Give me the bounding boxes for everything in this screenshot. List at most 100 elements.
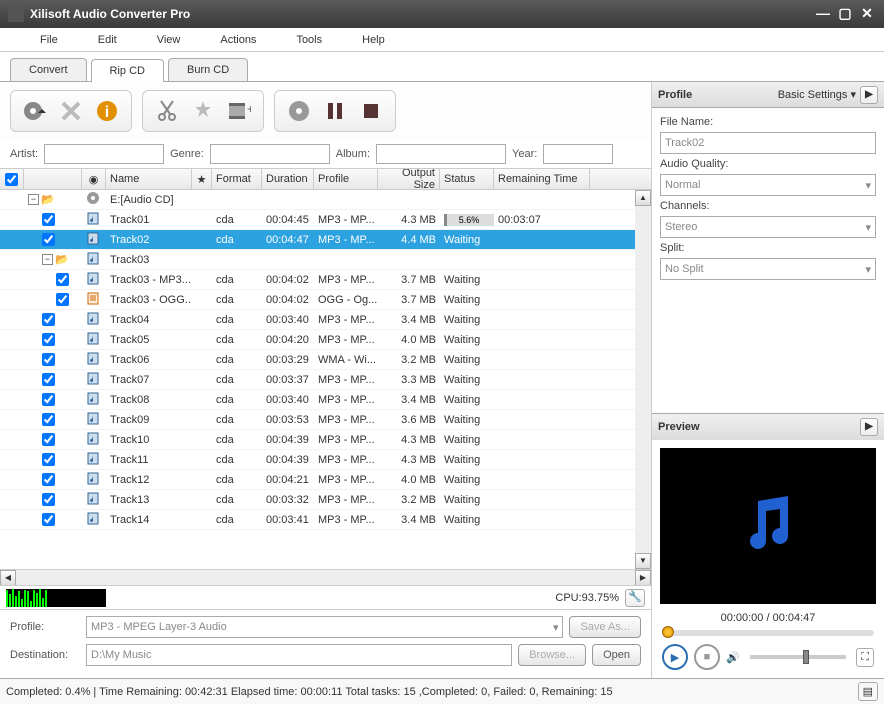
menu-help[interactable]: Help — [342, 34, 405, 46]
tree-toggle[interactable]: − — [42, 254, 53, 265]
table-row[interactable]: Track11cda00:04:39MP3 - MP...4.3 MBWaiti… — [0, 450, 651, 470]
row-checkbox[interactable] — [42, 213, 55, 226]
row-checkbox[interactable] — [42, 333, 55, 346]
col-status[interactable]: Status — [440, 169, 494, 189]
table-row[interactable]: Track03 - MP3...cda00:04:02MP3 - MP...3.… — [0, 270, 651, 290]
col-icon-header[interactable]: ◉ — [82, 169, 106, 189]
profile-combo[interactable]: MP3 - MPEG Layer-3 Audio▾ — [86, 616, 563, 638]
table-row[interactable]: −📂Track03 — [0, 250, 651, 270]
menu-actions[interactable]: Actions — [200, 34, 276, 46]
info-button[interactable]: i — [91, 95, 123, 127]
seek-slider[interactable] — [662, 630, 874, 636]
table-row[interactable]: −📂E:[Audio CD] — [0, 190, 651, 210]
row-checkbox[interactable] — [42, 473, 55, 486]
row-checkbox[interactable] — [42, 433, 55, 446]
table-row[interactable]: Track04cda00:03:40MP3 - MP...3.4 MBWaiti… — [0, 310, 651, 330]
statusbar-detail-button[interactable]: ▤ — [858, 682, 878, 701]
stop-button[interactable] — [355, 95, 387, 127]
split-select[interactable]: No Split▾ — [660, 258, 876, 280]
pause-button[interactable] — [319, 95, 351, 127]
filename-input[interactable]: Track02 — [660, 132, 876, 154]
col-remaining[interactable]: Remaining Time — [494, 169, 590, 189]
row-checkbox[interactable] — [42, 493, 55, 506]
menu-file[interactable]: File — [20, 34, 78, 46]
scroll-left-button[interactable]: ◀ — [0, 570, 16, 586]
volume-slider[interactable] — [750, 655, 847, 659]
col-format[interactable]: Format — [212, 169, 262, 189]
player-stop-button[interactable]: ■ — [694, 644, 720, 670]
row-checkbox[interactable] — [42, 313, 55, 326]
col-profile[interactable]: Profile — [314, 169, 378, 189]
grid-body[interactable]: −📂E:[Audio CD]Track01cda00:04:45MP3 - MP… — [0, 190, 651, 569]
remove-button[interactable] — [55, 95, 87, 127]
scroll-up-button[interactable]: ▲ — [635, 190, 651, 206]
preview-collapse-button[interactable]: ▶ — [860, 418, 878, 436]
play-button[interactable]: ▶ — [662, 644, 688, 670]
row-checkbox[interactable] — [56, 293, 69, 306]
artist-input[interactable] — [44, 144, 164, 164]
row-checkbox[interactable] — [42, 413, 55, 426]
table-row[interactable]: Track14cda00:03:41MP3 - MP...3.4 MBWaiti… — [0, 510, 651, 530]
row-checkbox[interactable] — [42, 513, 55, 526]
profile-collapse-button[interactable]: ▶ — [860, 86, 878, 104]
row-checkbox[interactable] — [56, 273, 69, 286]
destination-input[interactable]: D:\My Music — [86, 644, 512, 666]
table-row[interactable]: Track09cda00:03:53MP3 - MP...3.6 MBWaiti… — [0, 410, 651, 430]
row-checkbox[interactable] — [42, 353, 55, 366]
row-checkbox[interactable] — [42, 373, 55, 386]
rip-button[interactable] — [283, 95, 315, 127]
tab-rip-cd[interactable]: Rip CD — [91, 59, 164, 82]
maximize-button[interactable]: ▢ — [836, 6, 854, 22]
col-star[interactable]: ★ — [192, 169, 212, 189]
genre-input[interactable] — [210, 144, 330, 164]
channels-select[interactable]: Stereo▾ — [660, 216, 876, 238]
table-row[interactable]: Track02cda00:04:47MP3 - MP...4.4 MBWaiti… — [0, 230, 651, 250]
col-duration[interactable]: Duration — [262, 169, 314, 189]
profile-mode-dropdown[interactable]: Basic Settings ▾ — [778, 88, 856, 101]
titlebar[interactable]: Xilisoft Audio Converter Pro — ▢ ✕ — [0, 0, 884, 28]
table-row[interactable]: Track12cda00:04:21MP3 - MP...4.0 MBWaiti… — [0, 470, 651, 490]
menu-tools[interactable]: Tools — [276, 34, 342, 46]
volume-thumb[interactable] — [803, 650, 809, 664]
year-input[interactable] — [543, 144, 613, 164]
row-checkbox[interactable] — [42, 393, 55, 406]
table-row[interactable]: Track10cda00:04:39MP3 - MP...4.3 MBWaiti… — [0, 430, 651, 450]
table-row[interactable]: Track03 - OGG...cda00:04:02OGG - Og...3.… — [0, 290, 651, 310]
table-row[interactable]: Track08cda00:03:40MP3 - MP...3.4 MBWaiti… — [0, 390, 651, 410]
menu-edit[interactable]: Edit — [78, 34, 137, 46]
menu-view[interactable]: View — [137, 34, 201, 46]
tab-burn-cd[interactable]: Burn CD — [168, 58, 248, 81]
horizontal-scrollbar[interactable]: ◀ ▶ — [0, 569, 651, 585]
tree-toggle[interactable]: − — [28, 194, 39, 205]
seek-thumb[interactable] — [662, 626, 674, 638]
cut-button[interactable] — [151, 95, 183, 127]
col-output-size[interactable]: Output Size — [378, 169, 440, 189]
album-input[interactable] — [376, 144, 506, 164]
scroll-right-button[interactable]: ▶ — [635, 570, 651, 586]
table-row[interactable]: Track01cda00:04:45MP3 - MP...4.3 MB5.6%0… — [0, 210, 651, 230]
table-row[interactable]: Track13cda00:03:32MP3 - MP...3.2 MBWaiti… — [0, 490, 651, 510]
select-all-checkbox[interactable] — [5, 173, 18, 186]
col-name[interactable]: Name — [106, 169, 192, 189]
quality-select[interactable]: Normal▾ — [660, 174, 876, 196]
save-as-button[interactable]: Save As... — [569, 616, 641, 638]
row-checkbox[interactable] — [42, 453, 55, 466]
close-button[interactable]: ✕ — [858, 6, 876, 22]
scroll-down-button[interactable]: ▼ — [635, 553, 651, 569]
disc-dropdown-button[interactable] — [19, 95, 51, 127]
table-row[interactable]: Track05cda00:04:20MP3 - MP...4.0 MBWaiti… — [0, 330, 651, 350]
vertical-scrollbar[interactable]: ▲ ▼ — [635, 190, 651, 569]
add-clip-button[interactable]: + — [223, 95, 255, 127]
table-row[interactable]: Track07cda00:03:37MP3 - MP...3.3 MBWaiti… — [0, 370, 651, 390]
row-checkbox[interactable] — [42, 233, 55, 246]
browse-button[interactable]: Browse... — [518, 644, 586, 666]
effects-button[interactable] — [187, 95, 219, 127]
minimize-button[interactable]: — — [814, 6, 832, 22]
settings-wrench-button[interactable]: 🔧 — [625, 589, 645, 607]
snapshot-button[interactable]: ⛶ — [856, 648, 874, 667]
cell-duration: 00:03:29 — [262, 354, 314, 366]
open-button[interactable]: Open — [592, 644, 641, 666]
tab-convert[interactable]: Convert — [10, 58, 87, 81]
table-row[interactable]: Track06cda00:03:29WMA - Wi...3.2 MBWaiti… — [0, 350, 651, 370]
volume-icon[interactable]: 🔊 — [726, 651, 740, 664]
